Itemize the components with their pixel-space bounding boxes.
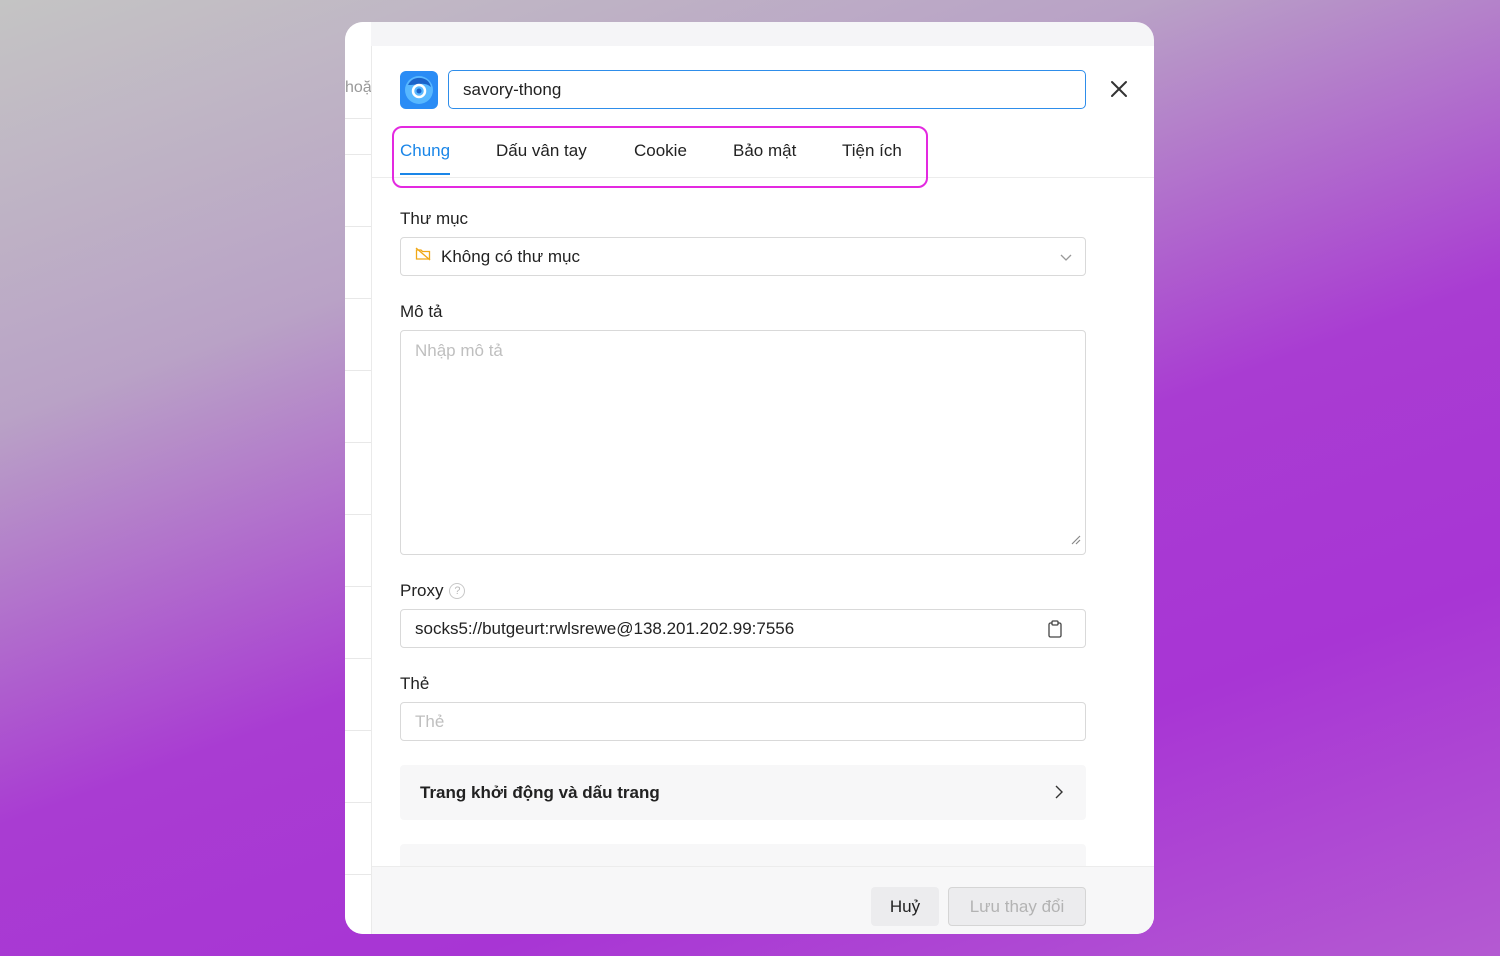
tab-fingerprint[interactable]: Dấu vân tay [496, 141, 587, 175]
description-placeholder: Nhập mô tả [415, 341, 503, 360]
folder-off-icon [415, 246, 431, 267]
browser-logo-icon [400, 71, 438, 109]
divider [345, 298, 371, 299]
tags-input[interactable]: Thẻ [400, 702, 1086, 741]
resize-handle-icon[interactable] [1069, 530, 1081, 550]
tab-cookie[interactable]: Cookie [634, 141, 687, 175]
help-icon[interactable]: ? [449, 583, 466, 599]
background-search-fragment: hoặ [345, 79, 371, 96]
divider [345, 226, 371, 227]
close-icon[interactable] [1108, 78, 1130, 100]
tab-security[interactable]: Bảo mật [733, 141, 796, 175]
divider [345, 874, 371, 875]
edit-profile-panel: Chung Dấu vân tay Cookie Bảo mật Tiện íc… [371, 46, 1154, 934]
profile-name-input[interactable] [448, 70, 1086, 109]
proxy-label: Proxy? [400, 581, 466, 601]
app-window: hoặ Chung Dấu vân tay Cooki [345, 22, 1154, 934]
proxy-value: socks5://butgeurt:rwlsrewe@138.201.202.9… [415, 618, 795, 638]
tab-extensions[interactable]: Tiện ích [842, 141, 902, 175]
chevron-right-icon [1052, 784, 1066, 805]
tags-placeholder: Thẻ [415, 711, 445, 731]
divider [345, 586, 371, 587]
divider [345, 370, 371, 371]
tags-label: Thẻ [400, 674, 430, 693]
folder-value: Không có thư mục [441, 246, 580, 266]
divider [345, 658, 371, 659]
save-changes-button[interactable]: Lưu thay đổi [948, 887, 1086, 926]
divider [345, 118, 371, 119]
proxy-input[interactable]: socks5://butgeurt:rwlsrewe@138.201.202.9… [400, 609, 1086, 648]
folder-select[interactable]: Không có thư mục [400, 237, 1086, 276]
divider [345, 514, 371, 515]
chevron-down-icon [1059, 249, 1073, 269]
divider [345, 154, 371, 155]
footer-bar: Huỷ Lưu thay đổi [372, 866, 1154, 934]
description-textarea[interactable]: Nhập mô tả [400, 330, 1086, 555]
divider [345, 442, 371, 443]
tab-general[interactable]: Chung [400, 141, 451, 175]
folder-label: Thư mục [400, 209, 469, 228]
description-label: Mô tả [400, 302, 443, 321]
startup-bookmarks-section[interactable]: Trang khởi động và dấu trang [400, 765, 1086, 820]
cancel-button[interactable]: Huỷ [871, 887, 939, 926]
proxy-label-text: Proxy [400, 581, 444, 600]
startup-section-title: Trang khởi động và dấu trang [420, 782, 660, 802]
clipboard-icon[interactable] [1047, 620, 1063, 643]
background-app-list: hoặ [345, 22, 371, 934]
divider [345, 802, 371, 803]
divider [345, 730, 371, 731]
tab-bar: Chung Dấu vân tay Cookie Bảo mật Tiện íc… [372, 128, 1154, 178]
